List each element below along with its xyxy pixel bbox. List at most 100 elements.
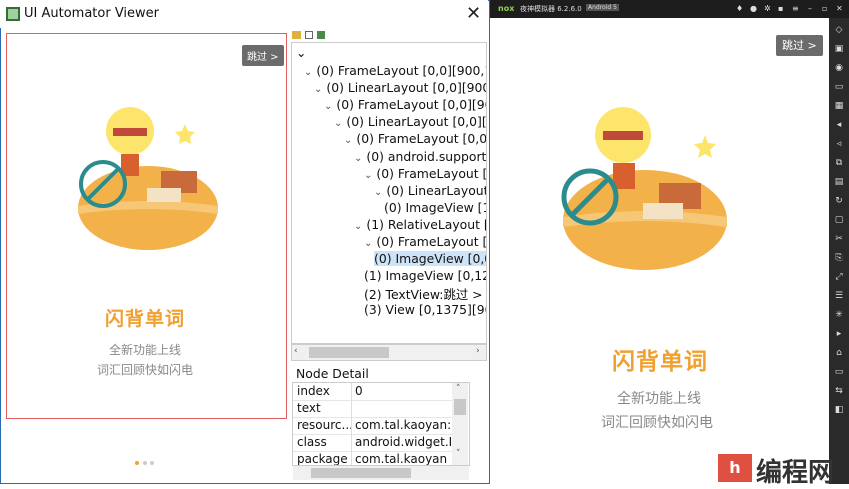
node-detail-key: index [297, 384, 330, 398]
hierarchy-tree[interactable]: ⌄ ⌄ (0) FrameLayout [0,0][900,144 ⌄ (0) Lin… [291, 42, 487, 344]
skip-button[interactable]: 跳过 > [242, 45, 284, 66]
emu-splash-illustration [561, 107, 727, 270]
tree-toggle-icon[interactable]: ⌄ [364, 170, 372, 181]
node-detail-row[interactable]: text [293, 400, 453, 418]
tree-toggle-icon[interactable]: ⌄ [364, 238, 372, 249]
node-detail-row[interactable]: resourc... com.tal.kaoyan:ic [293, 417, 461, 435]
home-button-icon[interactable]: ⌂ [833, 348, 845, 358]
node-detail-table[interactable]: index 0 text resourc... com.tal.kaoyan:ic cla… [292, 382, 470, 466]
tree-node-label: (0) LinearLayout [0,0][900,14 [326, 80, 486, 96]
scissors-icon[interactable]: ✂ [833, 234, 845, 244]
node-detail-vscroll-thumb[interactable] [454, 399, 466, 415]
user-icon[interactable]: ● [750, 4, 757, 13]
tree-node[interactable]: (0) ImageView [0,0 [374, 251, 486, 267]
app-title: 闪背单词 [105, 308, 186, 330]
tree-node[interactable]: ⌄ (0) android.support.v4 [354, 149, 486, 164]
window-title: UI Automator Viewer [24, 6, 160, 21]
close-icon[interactable]: ✕ [836, 4, 843, 13]
more-icon[interactable]: ☰ [833, 291, 845, 301]
pin-icon[interactable]: ▪ [778, 4, 783, 13]
tree-toggle-icon[interactable]: ⌄ [344, 135, 352, 146]
tree-node[interactable]: (2) TextView:跳过 > [ [364, 285, 486, 303]
open-icon[interactable] [292, 31, 301, 39]
settings-icon[interactable]: ✲ [764, 4, 771, 13]
tree-toggle-icon[interactable]: ⌄ [324, 101, 332, 112]
copy-icon[interactable]: ⎘ [833, 253, 845, 263]
home-icon[interactable]: ◇ [833, 25, 845, 35]
node-detail-key: package [297, 452, 348, 466]
tree-node[interactable]: (1) ImageView [0,12 [364, 268, 487, 284]
tree-toggle-icon[interactable]: ⌄ [354, 153, 362, 164]
emulator-sidebar: ◇ ▣ ◉ ▭ ▦ ◂ ◃ ⧉ ▤ ↻ ▢ ✂ ⎘ ⤢ ☰ ✳ ▸ ⌂ ▭ ⇆ … [829, 18, 849, 484]
loading-icon[interactable]: ✳ [833, 310, 845, 320]
tree-node[interactable]: (3) View [0,1375][900, [364, 302, 486, 317]
location-icon[interactable]: ◉ [833, 63, 845, 73]
node-detail-value: com.tal.kaoyan [355, 452, 448, 466]
back-icon[interactable]: ▸ [833, 329, 845, 339]
expand-all-icon[interactable] [305, 31, 313, 39]
tree-node[interactable]: ⌄ (0) FrameLayout [0,0][900,144 [304, 63, 486, 78]
tree-node[interactable]: ⌄ (0) LinearLayout [0 [374, 183, 486, 198]
emulator-title: 夜神模拟器 6.2.6.0 [520, 5, 582, 13]
column-divider [351, 400, 352, 417]
tree-node[interactable]: ⌄ (1) RelativeLayout [0,0 [354, 217, 486, 232]
tree-node[interactable]: (0) ImageView [1 [384, 199, 487, 215]
tree-toggle-icon[interactable]: ⌄ [314, 84, 322, 95]
gamepad-icon[interactable]: ♦ [736, 4, 743, 13]
toggle-icon[interactable]: ◧ [833, 405, 845, 415]
close-icon[interactable]: ✕ [466, 3, 481, 24]
screen-icon[interactable]: ▭ [833, 82, 845, 92]
tree-node[interactable]: ⌄ (0) FrameLayout [0,0 [364, 166, 486, 181]
fullscreen-icon[interactable]: ⤢ [833, 272, 845, 282]
node-detail-hscrollbar[interactable] [293, 466, 469, 480]
shake-icon[interactable]: ▤ [833, 177, 845, 187]
screenshot-icon[interactable]: ▦ [833, 101, 845, 111]
node-detail-key: resourc... [297, 418, 353, 432]
android-icon[interactable] [317, 31, 325, 39]
node-detail-vscrollbar[interactable]: ˄ ˅ [452, 383, 468, 465]
tree-root-toggle[interactable]: ⌄ [296, 45, 306, 60]
tree-toggle-icon[interactable]: ⌄ [354, 221, 362, 232]
tree-toggle-icon[interactable]: ⌄ [334, 118, 342, 129]
column-divider [351, 383, 352, 400]
uiautomator-titlebar: UI Automator Viewer ✕ [0, 0, 488, 28]
volume-up-icon[interactable]: ◂ [833, 120, 845, 130]
tree-toggle-icon[interactable]: ⌄ [304, 67, 312, 78]
volume-down-icon[interactable]: ◃ [833, 139, 845, 149]
emu-app-title: 闪背单词 [612, 349, 708, 375]
tree-node[interactable]: ⌄ (0) LinearLayout [0,0][900 [334, 114, 486, 129]
tree-node[interactable]: ⌄ (0) FrameLayout [0,0][900, [324, 97, 486, 112]
device-screenshot[interactable]: 跳过 > 闪背单词 全新功能上线 词汇回顾快如闪电 [6, 33, 287, 419]
node-detail-hscroll-thumb[interactable] [311, 468, 411, 478]
swap-icon[interactable]: ⇆ [833, 386, 845, 396]
menu-icon[interactable]: ≡ [792, 4, 799, 13]
node-detail-row[interactable]: index 0 [293, 383, 453, 401]
maximize-icon[interactable]: ▫ [822, 4, 827, 13]
rotate-icon[interactable]: ↻ [833, 196, 845, 206]
tree-node[interactable]: ⌄ (0) FrameLayout [0,0][9 [344, 131, 486, 146]
tree-hscroll-thumb[interactable] [309, 347, 389, 358]
scroll-left-icon[interactable]: ‹ [294, 346, 298, 356]
tree-node-label: (0) FrameLayout [0,0][900,144 [316, 63, 486, 78]
tree-node[interactable]: ⌄ (0) LinearLayout [0,0][900,14 [314, 80, 486, 96]
tree-hscrollbar[interactable]: ‹ › [291, 344, 487, 361]
tree-node-label: (0) ImageView [1 [384, 199, 487, 215]
scroll-down-icon[interactable]: ˅ [456, 449, 461, 459]
column-divider [351, 434, 352, 451]
scroll-right-icon[interactable]: › [476, 346, 480, 356]
apk-icon[interactable]: ▣ [833, 44, 845, 54]
tree-toggle-icon[interactable]: ⌄ [374, 187, 382, 198]
node-detail-value: 0 [355, 384, 363, 398]
multi-instance-icon[interactable]: ⧉ [833, 158, 845, 168]
minimize-icon[interactable]: – [808, 4, 812, 13]
node-detail-value: com.tal.kaoyan:ic [355, 418, 462, 432]
emu-skip-button[interactable]: 跳过 > [776, 34, 823, 56]
tree-node-label: (1) ImageView [0,12 [364, 268, 487, 284]
node-detail-row[interactable]: class android.widget.I [293, 434, 453, 452]
emu-subtitle-line2: 词汇回顾快如闪电 [601, 415, 713, 431]
tree-node[interactable]: ⌄ (0) FrameLayout [0,0 [364, 234, 486, 249]
node-detail-row[interactable]: package com.tal.kaoyan [293, 451, 453, 466]
recent-apps-icon[interactable]: ▭ [833, 367, 845, 377]
record-icon[interactable]: ▢ [833, 215, 845, 225]
scroll-up-icon[interactable]: ˄ [456, 384, 461, 394]
